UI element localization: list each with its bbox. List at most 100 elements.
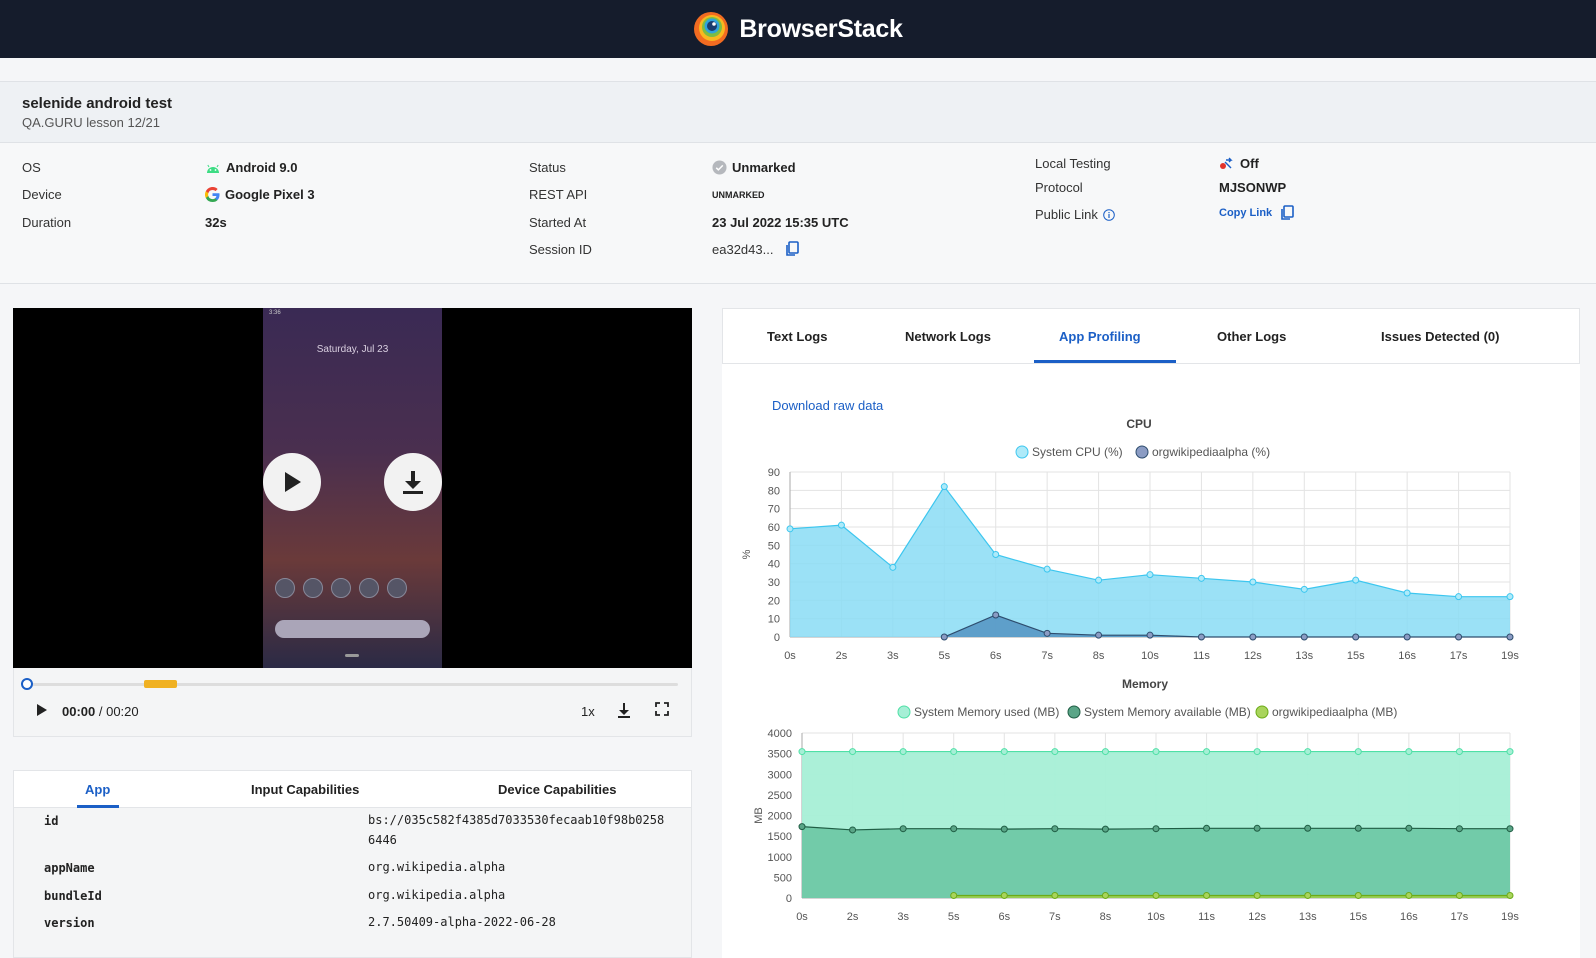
- download-icon: [403, 471, 423, 494]
- data-point: [940, 483, 948, 491]
- data-point: [950, 748, 958, 756]
- play-icon[interactable]: [36, 703, 48, 717]
- data-point: [1405, 748, 1413, 756]
- playback-speed[interactable]: 1x: [581, 704, 595, 719]
- started-at-value: 23 Jul 2022 15:35 UTC: [712, 215, 849, 230]
- x-tick-label: 16s: [1398, 650, 1416, 662]
- cap-value: 2.7.50409-alpha-2022-06-28: [368, 915, 556, 929]
- cap-value: org.wikipedia.alpha: [368, 888, 506, 902]
- session-id-label: Session ID: [529, 242, 592, 257]
- x-tick-label: 2s: [847, 911, 859, 923]
- data-point: [1253, 824, 1261, 832]
- fullscreen-icon[interactable]: [655, 702, 669, 716]
- tab-input-capabilities[interactable]: Input Capabilities: [251, 782, 359, 797]
- data-point: [1455, 825, 1463, 833]
- tab-app[interactable]: App: [85, 782, 110, 797]
- data-point: [1146, 571, 1154, 579]
- y-tick-label: 40: [768, 559, 780, 571]
- play-overlay-button[interactable]: [263, 453, 321, 511]
- y-tick-label: 2500: [768, 790, 792, 802]
- legend-marker: [1067, 705, 1081, 719]
- copy-link-button[interactable]: Copy Link: [1219, 205, 1294, 221]
- phone-nav-pill: [345, 654, 359, 657]
- copy-link-text[interactable]: Copy Link: [1219, 207, 1272, 219]
- tab-other-logs[interactable]: Other Logs: [1217, 329, 1286, 344]
- x-tick-label: 10s: [1147, 911, 1165, 923]
- status-value: Unmarked: [712, 160, 796, 175]
- download-icon[interactable]: [617, 702, 631, 718]
- status-value-text: Unmarked: [732, 160, 796, 175]
- logs-tabs: Text Logs Network Logs App Profiling Oth…: [722, 308, 1580, 364]
- data-point: [1253, 892, 1261, 900]
- data-point: [1354, 824, 1362, 832]
- tab-text-logs[interactable]: Text Logs: [767, 329, 827, 344]
- data-point: [1000, 825, 1008, 833]
- cap-key: bundleId: [44, 889, 102, 903]
- y-tick-label: 90: [768, 467, 780, 479]
- y-axis-label: %: [741, 549, 753, 559]
- data-point: [798, 823, 806, 831]
- x-tick-label: 15s: [1349, 911, 1367, 923]
- data-point: [1101, 825, 1109, 833]
- data-point: [1101, 892, 1109, 900]
- data-point: [1403, 633, 1411, 641]
- tab-issues-detected[interactable]: Issues Detected (0): [1381, 329, 1500, 344]
- series-area: [802, 826, 1510, 898]
- protocol-value: MJSONWP: [1219, 180, 1287, 195]
- data-point: [1095, 576, 1103, 584]
- copy-icon[interactable]: [1280, 205, 1294, 221]
- seek-handle[interactable]: [21, 678, 33, 690]
- x-tick-label: 17s: [1451, 911, 1469, 923]
- x-tick-label: 2s: [836, 650, 848, 662]
- copy-icon[interactable]: [785, 241, 800, 257]
- session-id-value: ea32d43...: [712, 241, 800, 257]
- data-point: [798, 748, 806, 756]
- y-tick-label: 50: [768, 540, 780, 552]
- data-point: [1000, 748, 1008, 756]
- data-point: [950, 825, 958, 833]
- data-point: [1455, 593, 1463, 601]
- x-tick-label: 6s: [990, 650, 1002, 662]
- tab-app-profiling[interactable]: App Profiling: [1059, 329, 1141, 344]
- data-point: [1043, 565, 1051, 573]
- tab-device-capabilities[interactable]: Device Capabilities: [498, 782, 617, 797]
- duration-value: 32s: [205, 215, 227, 230]
- y-axis-label: MB: [753, 807, 765, 824]
- phone-dock: [275, 578, 407, 598]
- data-point: [940, 633, 948, 641]
- x-tick-label: 12s: [1244, 650, 1262, 662]
- build-subtitle: QA.GURU lesson 12/21: [22, 115, 161, 130]
- y-tick-label: 80: [768, 485, 780, 497]
- info-icon[interactable]: [1103, 208, 1115, 221]
- legend-label: orgwikipediaalpha (%): [1152, 445, 1270, 459]
- data-point: [1352, 633, 1360, 641]
- data-point: [899, 825, 907, 833]
- data-point: [1197, 574, 1205, 582]
- capabilities-list: id bs://035c582f4385d7033530fecaab10f98b…: [13, 808, 692, 958]
- x-tick-label: 3s: [887, 650, 899, 662]
- download-overlay-button[interactable]: [384, 453, 442, 511]
- profiling-charts: CPUSystem CPU (%) orgwikipediaalpha (%) 0 1…: [741, 417, 1519, 923]
- data-point: [1304, 824, 1312, 832]
- y-tick-label: 3000: [768, 769, 792, 781]
- x-tick-label: 5s: [948, 911, 960, 923]
- x-tick-label: 11s: [1198, 911, 1215, 923]
- data-point: [837, 521, 845, 529]
- data-point: [1304, 892, 1312, 900]
- browserstack-logo[interactable]: BrowserStack: [693, 11, 903, 47]
- status-label: Status: [529, 160, 566, 175]
- android-icon: [207, 164, 219, 173]
- data-point: [1506, 633, 1514, 641]
- legend-label: System Memory available (MB): [1084, 705, 1251, 719]
- tab-network-logs[interactable]: Network Logs: [905, 329, 991, 344]
- chart-title: CPU: [1126, 417, 1151, 431]
- local-testing-value: Off: [1219, 156, 1259, 171]
- seek-bar[interactable]: [21, 678, 678, 690]
- cap-value: bs://035c582f4385d7033530fecaab10f98b025…: [368, 813, 665, 847]
- y-tick-label: 70: [768, 504, 780, 516]
- y-tick-label: 4000: [768, 728, 792, 740]
- buffered-range: [144, 680, 177, 688]
- check-circle-icon: [712, 160, 727, 175]
- data-point: [1300, 633, 1308, 641]
- time-display: 00:00 / 00:20: [62, 704, 139, 719]
